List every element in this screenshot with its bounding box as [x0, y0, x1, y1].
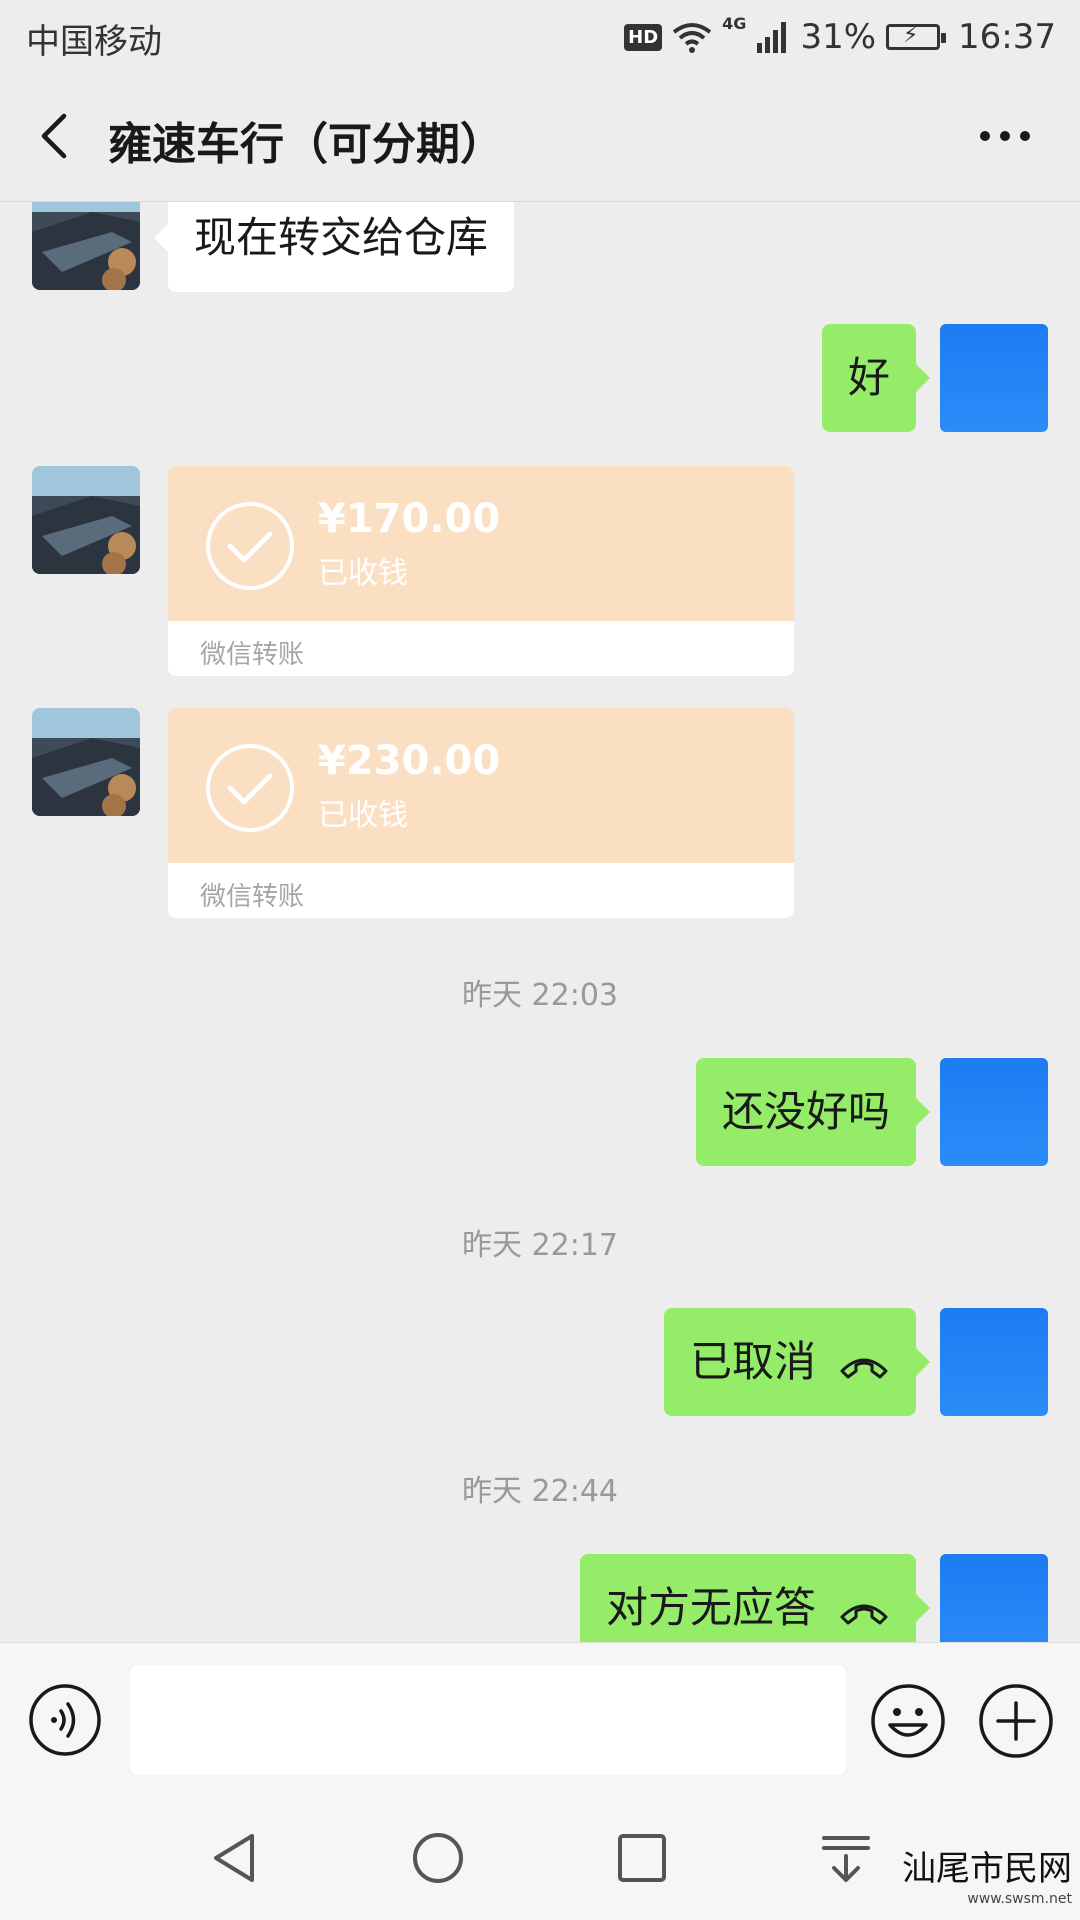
chat-input-bar: [0, 1642, 1080, 1794]
incoming-message[interactable]: 现在转交给仓库: [153, 202, 515, 292]
nav-notification-pulldown-icon[interactable]: [818, 1830, 874, 1886]
call-record-text: 已取消: [689, 1337, 816, 1386]
transfer-status: 已收钱: [318, 798, 408, 833]
more-options-icon[interactable]: [970, 106, 1040, 166]
avatar-photo-icon: [32, 202, 140, 290]
battery-percent: 31%: [800, 17, 877, 57]
signal-icon: [757, 22, 787, 53]
nav-recents-icon[interactable]: [614, 1830, 670, 1886]
transfer-label: 微信转账: [200, 882, 305, 912]
emoji-icon[interactable]: [870, 1683, 946, 1759]
system-navigation-bar: 汕尾市民网 www.swsm.net: [0, 1794, 1080, 1920]
more-functions-plus-icon[interactable]: [978, 1683, 1054, 1759]
check-circle-icon: [206, 502, 294, 590]
transfer-label: 微信转账: [200, 640, 305, 670]
battery-icon: ⚡: [886, 24, 947, 50]
contact-avatar[interactable]: [32, 466, 140, 574]
clock: 16:37: [958, 17, 1056, 57]
transfer-amount: ¥170.00: [318, 496, 501, 542]
timestamp: 昨天 22:03: [462, 978, 618, 1013]
phone-hangup-icon: [840, 1604, 888, 1624]
transfer-card[interactable]: ¥170.00 已收钱 微信转账: [168, 466, 794, 676]
wifi-icon: [672, 23, 712, 53]
transfer-card-body: ¥170.00 已收钱: [168, 466, 794, 621]
status-bar: 中国移动 HD 4G 31% ⚡ 16:37: [0, 0, 1080, 76]
my-avatar[interactable]: [940, 1308, 1048, 1416]
hd-badge: HD: [624, 23, 663, 51]
status-icons: HD 4G 31% ⚡ 16:37: [624, 12, 1056, 62]
call-record-text: 对方无应答: [605, 1583, 816, 1632]
transfer-card-body: ¥230.00 已收钱: [168, 708, 794, 863]
network-type: 4G: [722, 14, 747, 33]
transfer-amount: ¥230.00: [318, 738, 501, 784]
contact-avatar[interactable]: [32, 202, 140, 290]
phone-hangup-icon: [840, 1358, 888, 1378]
timestamp: 昨天 22:17: [462, 1228, 618, 1263]
nav-back-icon[interactable]: [206, 1830, 262, 1886]
my-avatar[interactable]: [940, 324, 1048, 432]
voice-input-icon[interactable]: [28, 1683, 102, 1757]
contact-avatar[interactable]: [32, 708, 140, 816]
check-circle-icon: [206, 744, 294, 832]
timestamp: 昨天 22:44: [462, 1474, 618, 1509]
transfer-status: 已收钱: [318, 556, 408, 591]
outgoing-message[interactable]: 好: [821, 324, 931, 432]
avatar-photo-icon: [32, 708, 140, 816]
transfer-card[interactable]: ¥230.00 已收钱 微信转账: [168, 708, 794, 918]
watermark-title: 汕尾市民网: [902, 1849, 1072, 1889]
avatar-photo-icon: [32, 466, 140, 574]
chat-header: 雍速车行（可分期）: [0, 76, 1080, 202]
chat-title: 雍速车行（可分期）: [108, 119, 504, 170]
back-arrow-icon[interactable]: [28, 106, 88, 166]
my-avatar[interactable]: [940, 1058, 1048, 1166]
message-list[interactable]: 现在转交给仓库 好 ¥170.00 已收钱 微信转账 ¥230.00 已收钱 微…: [0, 202, 1080, 1642]
nav-home-icon[interactable]: [410, 1830, 466, 1886]
site-watermark: 汕尾市民网 www.swsm.net: [902, 1852, 1072, 1914]
carrier-label: 中国移动: [26, 22, 162, 62]
message-input[interactable]: [130, 1665, 846, 1775]
outgoing-message[interactable]: 还没好吗: [695, 1058, 931, 1166]
voice-call-record[interactable]: 对方无应答: [579, 1554, 931, 1642]
my-avatar[interactable]: [940, 1554, 1048, 1642]
voice-call-record[interactable]: 已取消: [663, 1308, 931, 1416]
